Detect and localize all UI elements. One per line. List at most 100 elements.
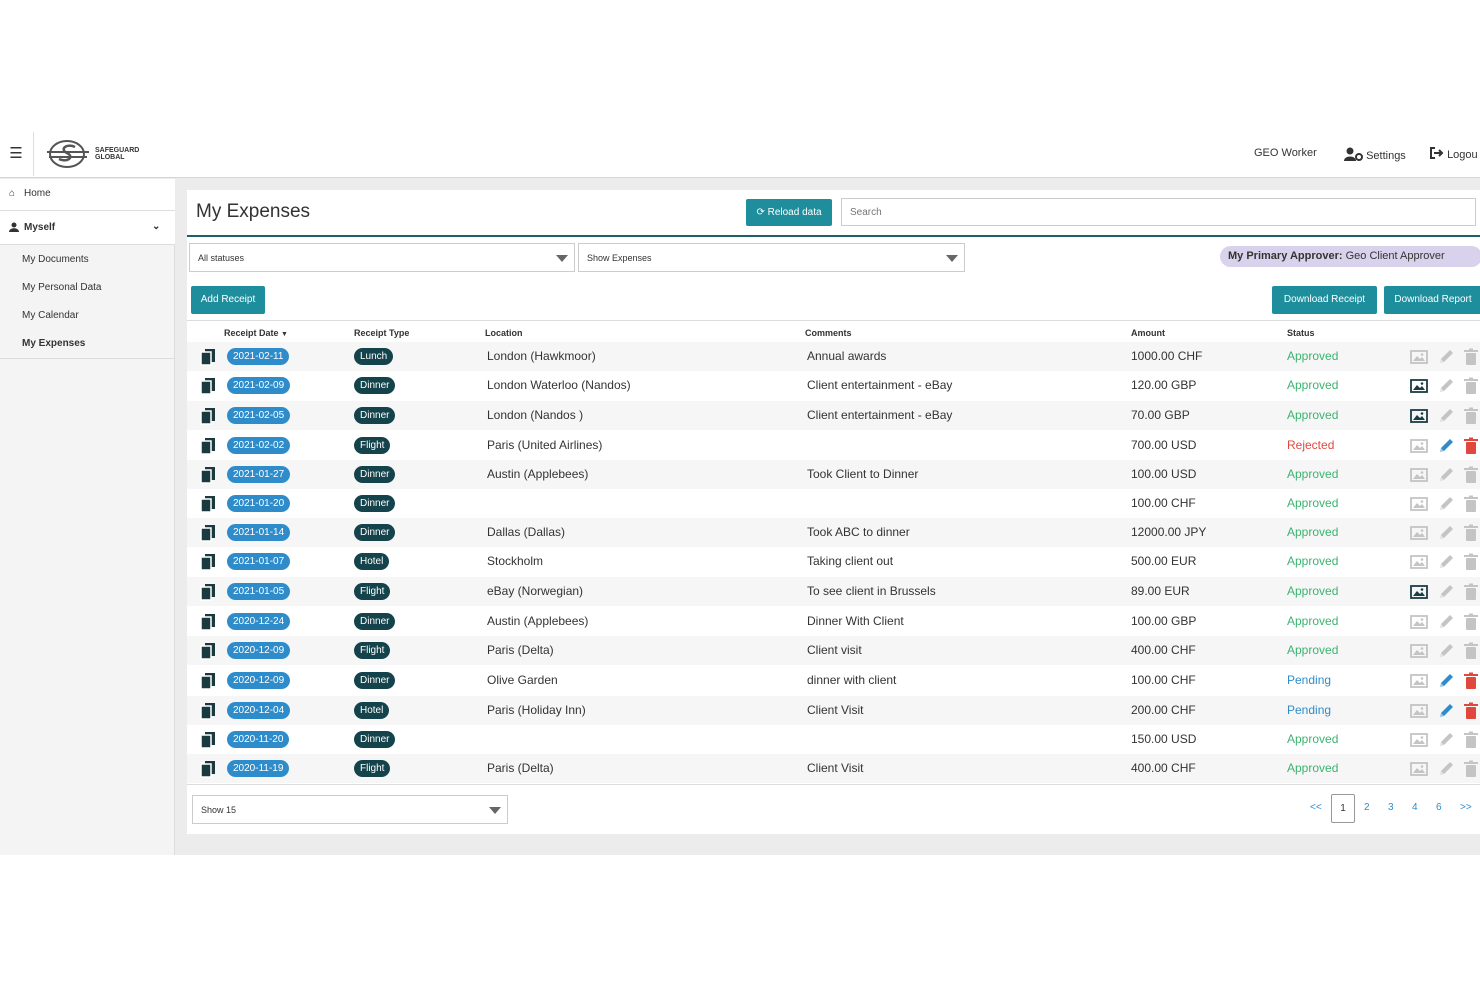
image-icon[interactable] xyxy=(1410,466,1428,484)
add-receipt-button[interactable]: Add Receipt xyxy=(191,286,265,314)
trash-icon[interactable] xyxy=(1462,466,1480,484)
table-row[interactable]: 2021-02-05 Dinner London (Nandos ) Client e… xyxy=(187,401,1480,430)
pencil-icon[interactable] xyxy=(1437,613,1455,631)
page-size-select[interactable]: Show 15 xyxy=(192,795,508,824)
pagination-page[interactable]: 2 xyxy=(1364,802,1370,813)
receipt-date-badge[interactable]: 2021-02-02 xyxy=(227,437,291,454)
trash-icon[interactable] xyxy=(1462,407,1480,425)
search-input[interactable] xyxy=(841,198,1476,226)
table-row[interactable]: 2021-02-02 Flight Paris (United Airlines) 7… xyxy=(187,431,1480,460)
trash-icon[interactable] xyxy=(1462,553,1480,571)
column-header-type[interactable]: Receipt Type xyxy=(354,328,409,338)
image-icon[interactable] xyxy=(1410,495,1428,513)
receipt-date-badge[interactable]: 2021-02-09 xyxy=(227,377,291,394)
receipt-date-badge[interactable]: 2021-01-07 xyxy=(227,553,291,570)
trash-icon[interactable] xyxy=(1462,613,1480,631)
sidebar-item-my-expenses[interactable]: My Expenses xyxy=(22,338,85,349)
copy-document-icon[interactable] xyxy=(199,377,217,395)
table-row[interactable]: 2020-12-04 Hotel Paris (Holiday Inn) Client… xyxy=(187,696,1480,725)
pencil-icon[interactable] xyxy=(1437,407,1455,425)
column-header-date[interactable]: Receipt Date ▼ xyxy=(224,328,288,338)
pencil-icon[interactable] xyxy=(1437,524,1455,542)
table-row[interactable]: 2021-02-09 Dinner London Waterloo (Nandos)… xyxy=(187,371,1480,400)
pencil-icon[interactable] xyxy=(1437,377,1455,395)
image-icon[interactable] xyxy=(1410,583,1428,601)
receipt-date-badge[interactable]: 2020-12-04 xyxy=(227,702,291,719)
image-icon[interactable] xyxy=(1410,437,1428,455)
pencil-icon[interactable] xyxy=(1437,731,1455,749)
image-icon[interactable] xyxy=(1410,760,1428,778)
image-icon[interactable] xyxy=(1410,348,1428,366)
image-icon[interactable] xyxy=(1410,524,1428,542)
pagination-current-page[interactable]: 1 xyxy=(1331,794,1355,823)
receipt-date-badge[interactable]: 2021-01-20 xyxy=(227,495,291,512)
copy-document-icon[interactable] xyxy=(199,407,217,425)
receipt-date-badge[interactable]: 2021-02-11 xyxy=(227,348,290,365)
settings-link[interactable]: Settings xyxy=(1344,147,1406,162)
pencil-icon[interactable] xyxy=(1437,672,1455,690)
logo[interactable]: SAFEGUARD GLOBAL xyxy=(45,137,145,171)
trash-icon[interactable] xyxy=(1462,760,1480,778)
image-icon[interactable] xyxy=(1410,407,1428,425)
sidebar-item-home[interactable]: ⌂ Home xyxy=(0,179,175,211)
copy-document-icon[interactable] xyxy=(199,553,217,571)
image-icon[interactable] xyxy=(1410,642,1428,660)
table-row[interactable]: 2021-01-20 Dinner 100.00 CHF Approved xyxy=(187,489,1480,518)
reload-button[interactable]: ⟳ Reload data xyxy=(746,199,832,226)
pencil-icon[interactable] xyxy=(1437,553,1455,571)
pagination-page[interactable]: 6 xyxy=(1436,802,1442,813)
receipt-date-badge[interactable]: 2020-11-20 xyxy=(227,731,290,748)
receipt-date-badge[interactable]: 2020-11-19 xyxy=(227,760,290,777)
sidebar-item-my-documents[interactable]: My Documents xyxy=(22,254,89,265)
image-icon[interactable] xyxy=(1410,613,1428,631)
pencil-icon[interactable] xyxy=(1437,466,1455,484)
trash-icon[interactable] xyxy=(1462,377,1480,395)
receipt-date-badge[interactable]: 2020-12-09 xyxy=(227,672,291,689)
copy-document-icon[interactable] xyxy=(199,348,217,366)
copy-document-icon[interactable] xyxy=(199,437,217,455)
pencil-icon[interactable] xyxy=(1437,702,1455,720)
table-row[interactable]: 2020-11-19 Flight Paris (Delta) Client Visi… xyxy=(187,754,1480,783)
pencil-icon[interactable] xyxy=(1437,760,1455,778)
receipt-date-badge[interactable]: 2021-01-27 xyxy=(227,466,291,483)
logout-link[interactable]: Logou xyxy=(1430,147,1478,161)
copy-document-icon[interactable] xyxy=(199,702,217,720)
pencil-icon[interactable] xyxy=(1437,437,1455,455)
hamburger-icon[interactable]: ☰ xyxy=(8,144,24,164)
pagination-last[interactable]: >> xyxy=(1460,802,1472,813)
copy-document-icon[interactable] xyxy=(199,495,217,513)
receipt-date-badge[interactable]: 2021-02-05 xyxy=(227,407,291,424)
trash-icon[interactable] xyxy=(1462,672,1480,690)
trash-icon[interactable] xyxy=(1462,524,1480,542)
pagination-first[interactable]: << xyxy=(1310,802,1322,813)
trash-icon[interactable] xyxy=(1462,642,1480,660)
image-icon[interactable] xyxy=(1410,702,1428,720)
trash-icon[interactable] xyxy=(1462,495,1480,513)
copy-document-icon[interactable] xyxy=(199,466,217,484)
sidebar-item-myself[interactable]: Myself ⌄ xyxy=(0,211,175,245)
receipt-date-badge[interactable]: 2020-12-24 xyxy=(227,613,291,630)
sidebar-item-my-personal-data[interactable]: My Personal Data xyxy=(22,282,101,293)
table-row[interactable]: 2021-01-07 Hotel Stockholm Taking client ou… xyxy=(187,547,1480,576)
table-row[interactable]: 2020-12-09 Dinner Olive Garden dinner with … xyxy=(187,666,1480,695)
receipt-date-badge[interactable]: 2021-01-05 xyxy=(227,583,291,600)
column-header-comments[interactable]: Comments xyxy=(805,328,852,338)
trash-icon[interactable] xyxy=(1462,348,1480,366)
column-header-location[interactable]: Location xyxy=(485,328,523,338)
show-filter-select[interactable]: Show Expenses xyxy=(578,243,965,272)
image-icon[interactable] xyxy=(1410,553,1428,571)
table-row[interactable]: 2021-01-05 Flight eBay (Norwegian) To see c… xyxy=(187,577,1480,606)
image-icon[interactable] xyxy=(1410,377,1428,395)
receipt-date-badge[interactable]: 2021-01-14 xyxy=(227,524,291,541)
pencil-icon[interactable] xyxy=(1437,348,1455,366)
table-row[interactable]: 2021-02-11 Lunch London (Hawkmoor) Annual a… xyxy=(187,342,1480,371)
download-receipt-button[interactable]: Download Receipt xyxy=(1272,286,1377,314)
pencil-icon[interactable] xyxy=(1437,583,1455,601)
copy-document-icon[interactable] xyxy=(199,760,217,778)
copy-document-icon[interactable] xyxy=(199,731,217,749)
pencil-icon[interactable] xyxy=(1437,495,1455,513)
column-header-amount[interactable]: Amount xyxy=(1131,328,1165,338)
trash-icon[interactable] xyxy=(1462,702,1480,720)
table-row[interactable]: 2020-12-09 Flight Paris (Delta) Client visi… xyxy=(187,636,1480,665)
table-row[interactable]: 2020-12-24 Dinner Austin (Applebees) Dinner… xyxy=(187,607,1480,636)
